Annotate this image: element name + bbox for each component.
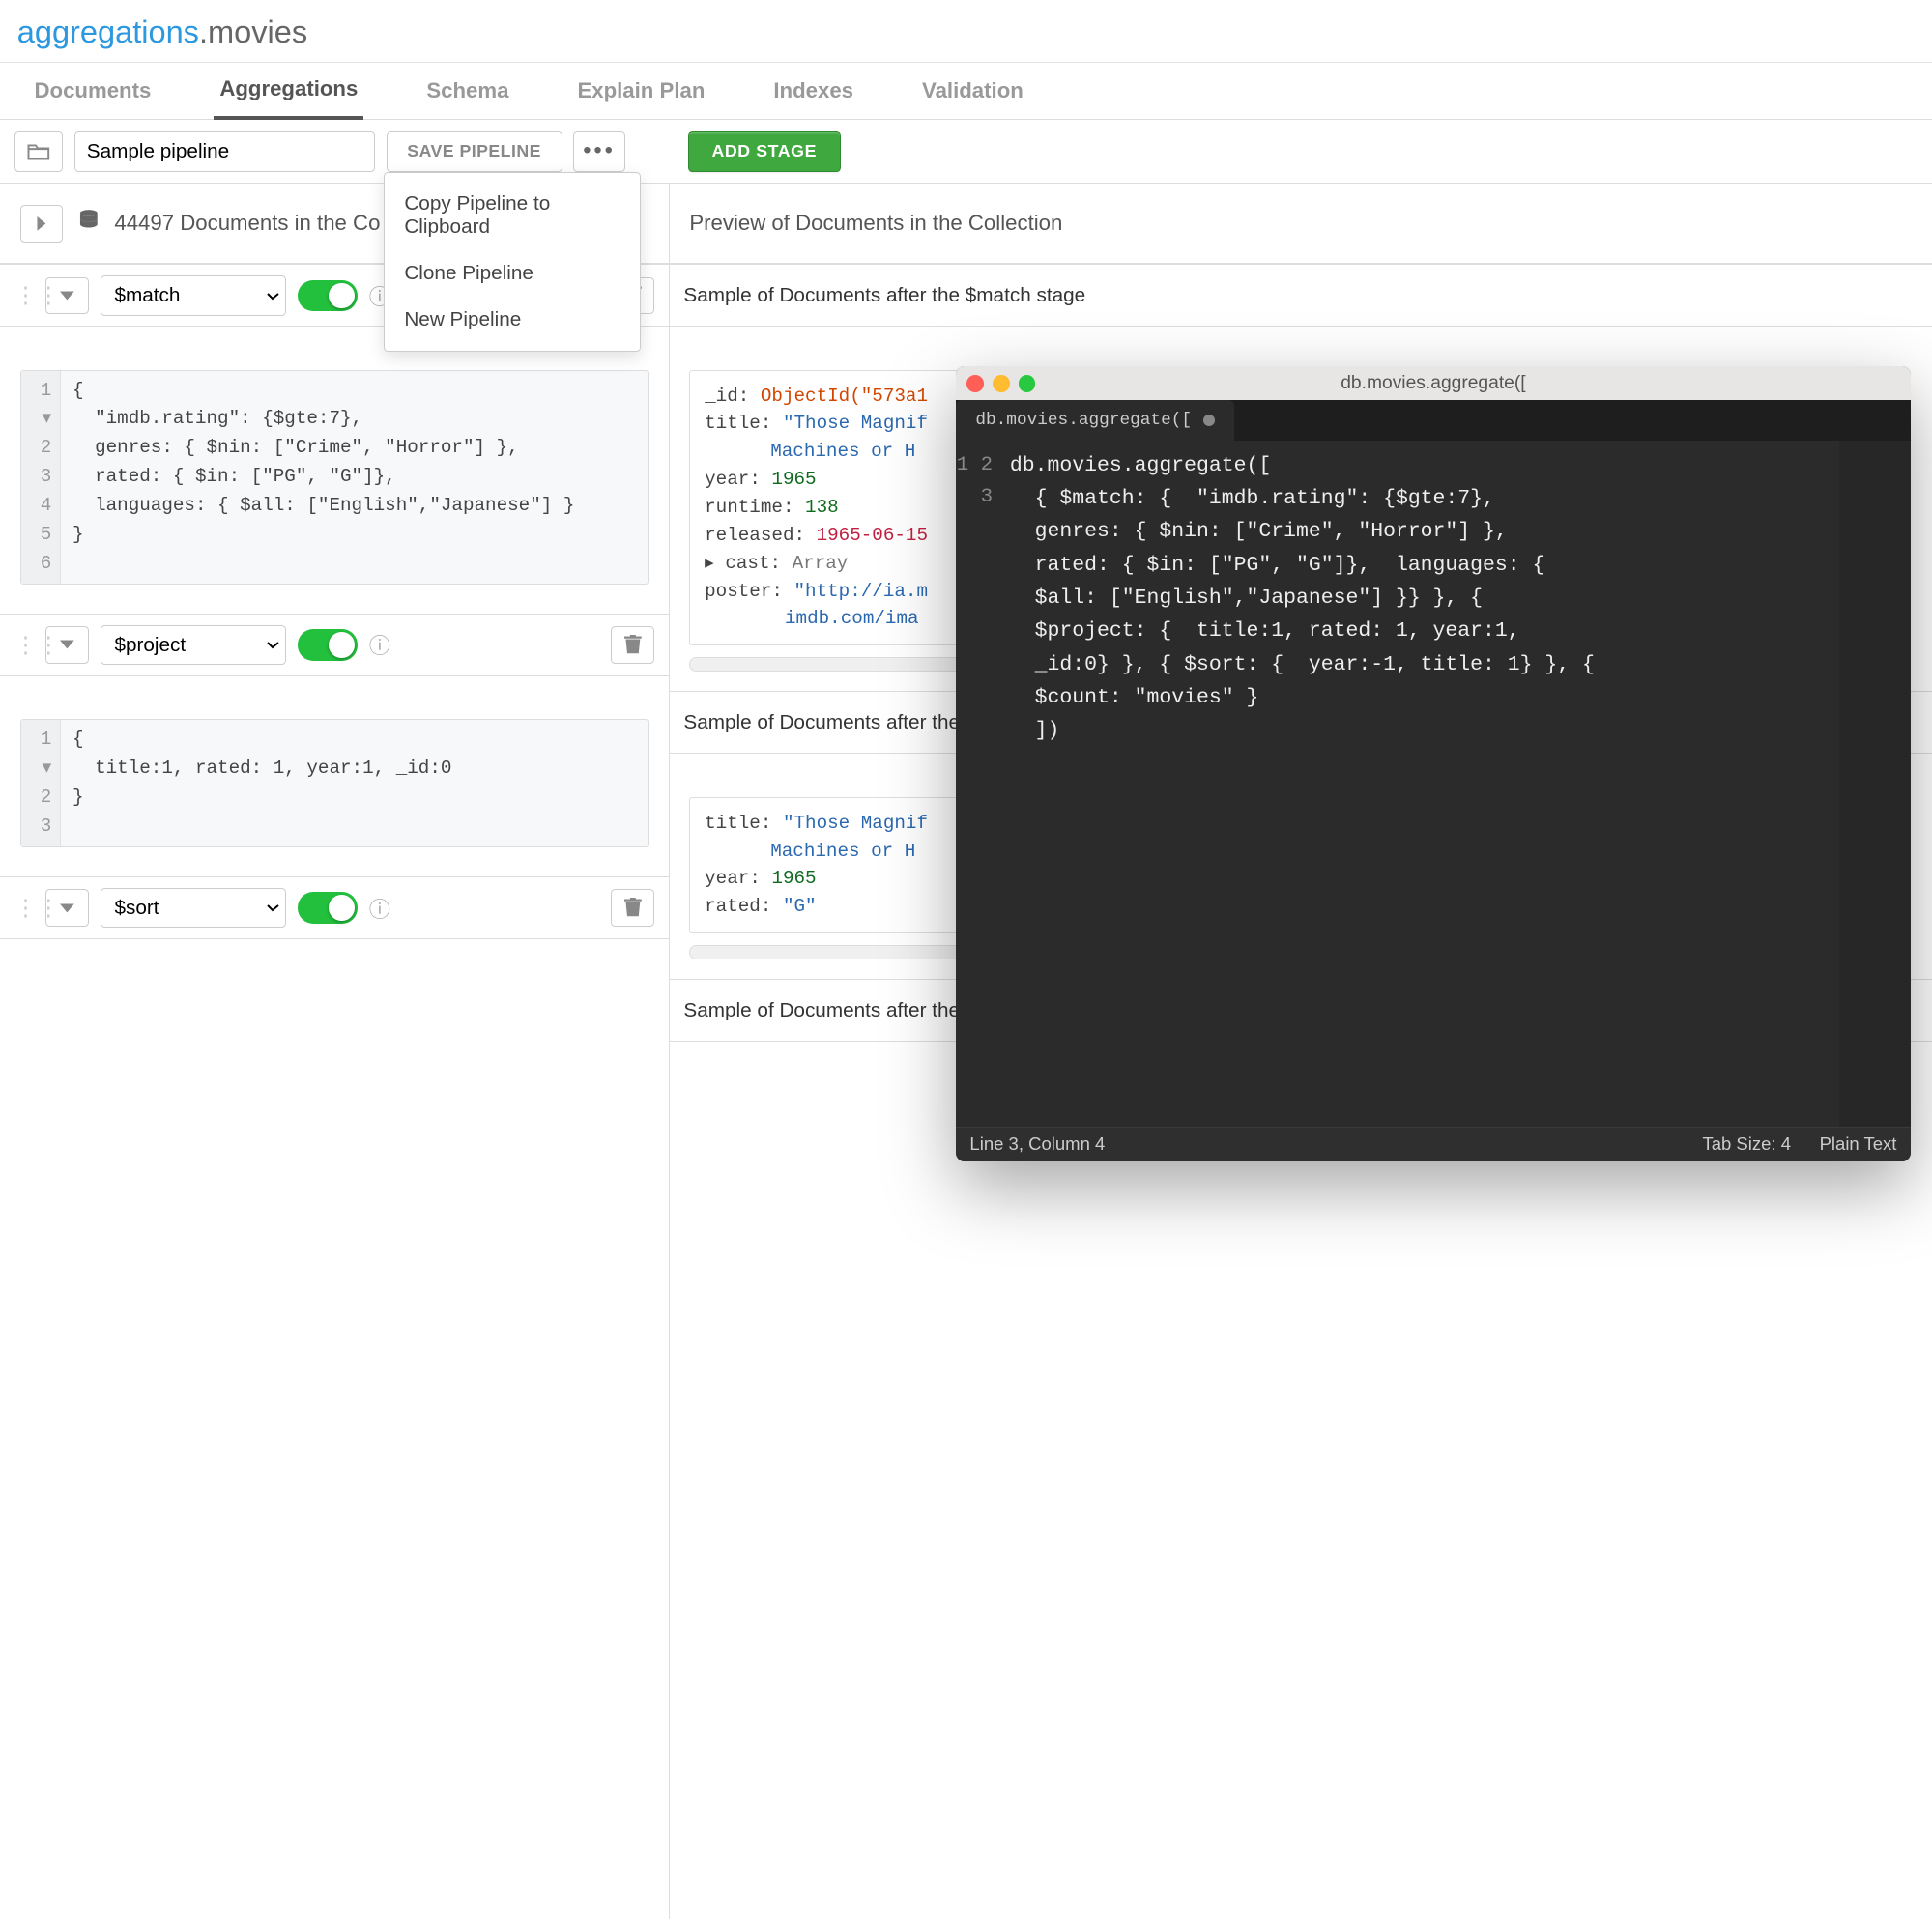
documents-count-text: 44497 Documents in the Co <box>114 211 380 236</box>
folder-icon <box>27 141 50 161</box>
stage-sample-label: Sample of Documents after the $match sta… <box>683 284 1085 307</box>
menu-clone-pipeline[interactable]: Clone Pipeline <box>385 250 640 297</box>
window-titlebar[interactable]: db.movies.aggregate([ <box>956 366 1912 401</box>
minimap[interactable] <box>1839 441 1911 1127</box>
editor-gutter: 1 ▾ 2 3 <box>21 720 61 846</box>
preview-document-card: _id: ObjectId("573a1 title: "Those Magni… <box>689 370 975 645</box>
chevron-down-icon <box>60 639 74 650</box>
preview-header-text: Preview of Documents in the Collection <box>689 211 1062 236</box>
tab-aggregations[interactable]: Aggregations <box>214 62 363 120</box>
expand-collection-button[interactable] <box>20 205 63 242</box>
stage-operator-select[interactable]: $sort <box>101 888 286 928</box>
menu-new-pipeline[interactable]: New Pipeline <box>385 297 640 343</box>
save-pipeline-button[interactable]: SAVE PIPELINE <box>387 131 562 171</box>
collapse-stage-button[interactable] <box>45 626 88 663</box>
drag-handle-icon[interactable]: ⋮⋮ <box>14 631 35 659</box>
chevron-right-icon <box>36 216 47 231</box>
editor-status-bar: Line 3, Column 4 Tab Size: 4 Plain Text <box>956 1127 1912 1161</box>
delete-stage-button[interactable] <box>611 626 653 663</box>
editor-tab[interactable]: db.movies.aggregate([ <box>956 400 1235 440</box>
tab-size[interactable]: Tab Size: 4 <box>1702 1133 1791 1155</box>
stage-sample-label: Sample of Documents after the <box>683 711 960 734</box>
stage-operator-select[interactable]: $project <box>101 625 286 665</box>
editor-gutter: 1 ▾ 2 3 4 5 6 <box>21 371 61 585</box>
tab-bar: Documents Aggregations Schema Explain Pl… <box>0 63 1932 120</box>
chevron-down-icon <box>60 902 74 914</box>
chevron-down-icon <box>60 290 74 301</box>
pipeline-name-input[interactable] <box>74 131 375 171</box>
tab-indexes[interactable]: Indexes <box>767 64 858 118</box>
add-stage-button[interactable]: ADD STAGE <box>688 131 841 171</box>
collapse-stage-button[interactable] <box>45 889 88 926</box>
editor-code[interactable]: { title:1, rated: 1, year:1, _id:0 } <box>61 720 463 846</box>
drag-handle-icon[interactable]: ⋮⋮ <box>14 281 35 309</box>
preview-document-card: title: "Those Magnif Machines or H year:… <box>689 797 975 933</box>
dirty-indicator-icon <box>1203 415 1215 426</box>
delete-stage-button[interactable] <box>611 889 653 926</box>
stage-enable-toggle[interactable] <box>298 280 358 312</box>
stage-editor-project[interactable]: 1 ▾ 2 3 { title:1, rated: 1, year:1, _id… <box>20 719 649 847</box>
tab-validation[interactable]: Validation <box>916 64 1029 118</box>
tab-documents[interactable]: Documents <box>29 64 158 118</box>
syntax-mode[interactable]: Plain Text <box>1820 1133 1897 1155</box>
open-folder-button[interactable] <box>14 131 63 171</box>
more-actions-button[interactable]: ••• <box>573 131 624 171</box>
external-editor-window: db.movies.aggregate([ db.movies.aggregat… <box>956 366 1912 1161</box>
stage-editor-match[interactable]: 1 ▾ 2 3 4 5 6 { "imdb.rating": {$gte:7},… <box>20 370 649 586</box>
trash-icon <box>624 635 642 655</box>
tab-schema[interactable]: Schema <box>420 64 514 118</box>
trash-icon <box>624 898 642 918</box>
menu-copy-clipboard[interactable]: Copy Pipeline to Clipboard <box>385 181 640 250</box>
editor-code[interactable]: { "imdb.rating": {$gte:7}, genres: { $ni… <box>61 371 586 585</box>
horizontal-scrollbar[interactable] <box>689 657 975 672</box>
more-actions-menu: Copy Pipeline to Clipboard Clone Pipelin… <box>384 172 641 353</box>
stage-enable-toggle[interactable] <box>298 892 358 924</box>
stage-enable-toggle[interactable] <box>298 629 358 661</box>
drag-handle-icon[interactable]: ⋮⋮ <box>14 894 35 922</box>
namespace: aggregations.movies <box>17 14 307 62</box>
cursor-position: Line 3, Column 4 <box>969 1133 1105 1155</box>
collapse-stage-button[interactable] <box>45 277 88 314</box>
editor-code-area[interactable]: db.movies.aggregate([ { $match: { "imdb.… <box>1004 441 1839 1127</box>
db-stack-icon <box>77 209 101 238</box>
window-title: db.movies.aggregate([ <box>956 373 1912 394</box>
namespace-db-link[interactable]: aggregations <box>17 14 199 49</box>
tab-explain-plan[interactable]: Explain Plan <box>572 64 711 118</box>
horizontal-scrollbar[interactable] <box>689 945 975 960</box>
editor-gutter: 1 2 3 <box>956 441 1004 1127</box>
info-icon: ⓘ <box>369 629 390 660</box>
stage-operator-select[interactable]: $match <box>101 275 286 315</box>
info-icon: ⓘ <box>369 893 390 924</box>
